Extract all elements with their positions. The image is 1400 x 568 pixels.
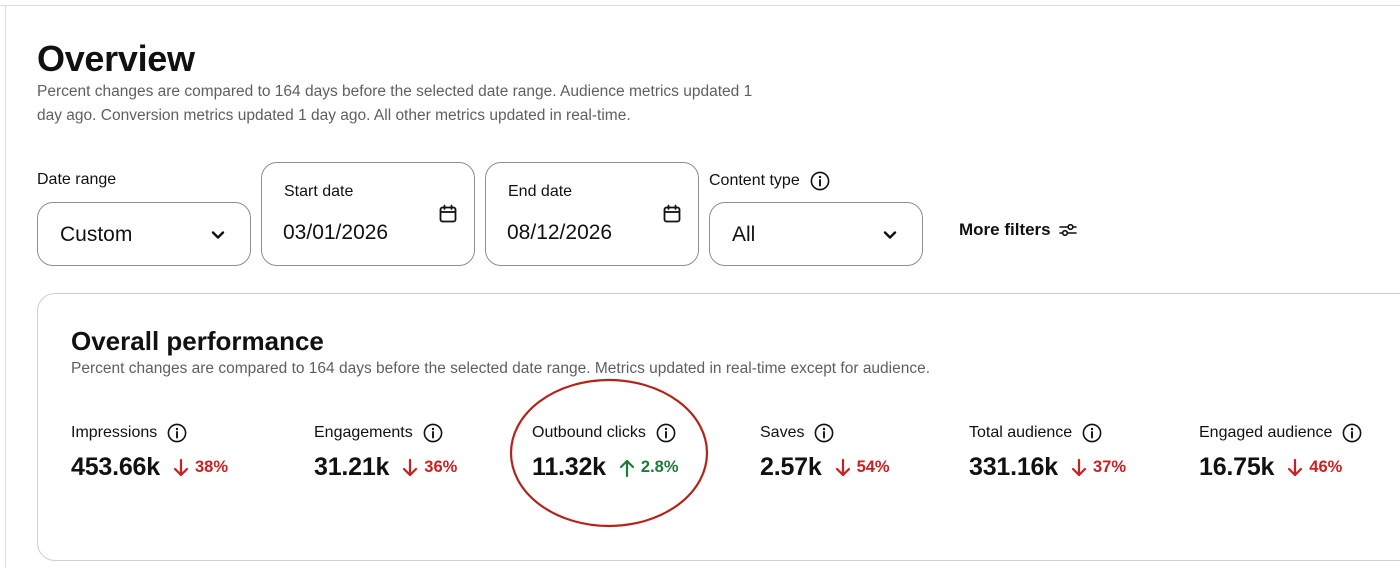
metric-value: 11.32k (532, 453, 606, 481)
metric-label: Impressions (71, 424, 158, 441)
metric-engagements[interactable]: Engagements 31.21k 36% (314, 423, 457, 482)
more-filters-label: More filters (959, 220, 1051, 239)
left-divider (5, 5, 6, 568)
arrow-down-icon (403, 458, 418, 476)
overall-performance-title: Overall performance (71, 326, 324, 356)
arrow-down-icon (173, 458, 189, 476)
page-title: Overview (37, 38, 195, 79)
calendar-icon[interactable] (438, 204, 458, 224)
metric-change: 54% (856, 458, 890, 476)
end-date-value: 08/12/2026 (507, 221, 613, 244)
arrow-down-icon (1288, 458, 1303, 476)
metric-impressions[interactable]: Impressions 453.66k 38% (71, 423, 228, 482)
metric-value: 2.57k (760, 453, 822, 481)
metric-change: 38% (194, 458, 228, 476)
arrow-down-icon (1071, 458, 1087, 476)
overall-performance-card: Overall performance Percent changes are … (37, 293, 1400, 561)
info-icon[interactable] (167, 423, 187, 443)
metric-label: Outbound clicks (532, 424, 646, 441)
end-date-field[interactable]: End date 08/12/2026 (485, 162, 699, 266)
date-range-dropdown[interactable]: Custom (37, 202, 251, 266)
date-range-value: Custom (60, 223, 133, 246)
arrow-up-icon (619, 459, 634, 477)
metric-change: 36% (424, 458, 458, 476)
metric-change: 46% (1309, 458, 1343, 476)
start-date-value: 03/01/2026 (283, 221, 389, 244)
content-type-label: Content type (709, 171, 830, 191)
start-date-field[interactable]: Start date 03/01/2026 (261, 162, 475, 266)
metric-value: 453.66k (71, 453, 160, 481)
calendar-icon[interactable] (662, 204, 682, 224)
content-type-dropdown[interactable]: All (709, 202, 923, 266)
content-type-label-text: Content type (709, 172, 800, 189)
metric-total-audience[interactable]: Total audience 331.16k 37% (969, 423, 1126, 482)
metric-change: 37% (1092, 458, 1126, 476)
metric-label: Total audience (969, 424, 1073, 441)
date-range-label: Date range (37, 171, 117, 188)
content-type-value: All (732, 223, 756, 246)
more-filters-button[interactable]: More filters (959, 220, 1077, 240)
overall-performance-description: Percent changes are compared to 164 days… (71, 360, 931, 377)
metric-value: 331.16k (969, 453, 1058, 481)
sliders-icon (1058, 223, 1077, 237)
info-icon[interactable] (814, 423, 834, 443)
metric-value: 31.21k (314, 453, 390, 481)
chevron-down-icon (211, 231, 225, 239)
metric-value: 16.75k (1199, 453, 1275, 481)
end-date-label: End date (508, 183, 573, 200)
arrow-down-icon (835, 458, 850, 476)
info-icon[interactable] (656, 423, 676, 443)
top-divider (0, 5, 1400, 6)
page-description: Percent changes are compared to 164 days… (37, 83, 753, 124)
metric-label: Saves (760, 424, 805, 441)
info-icon[interactable] (1342, 423, 1362, 443)
info-icon[interactable] (1082, 423, 1102, 443)
info-icon[interactable] (423, 423, 443, 443)
metric-outbound-clicks[interactable]: Outbound clicks 11.32k 2.8% (532, 423, 679, 482)
info-icon[interactable] (810, 171, 830, 191)
metric-label: Engagements (314, 424, 413, 441)
metric-label: Engaged audience (1199, 424, 1333, 441)
metric-engaged-audience[interactable]: Engaged audience 16.75k 46% (1199, 423, 1362, 482)
start-date-label: Start date (284, 183, 354, 200)
chevron-down-icon (883, 231, 897, 239)
metric-change: 2.8% (640, 458, 679, 476)
metric-saves[interactable]: Saves 2.57k 54% (760, 423, 890, 482)
